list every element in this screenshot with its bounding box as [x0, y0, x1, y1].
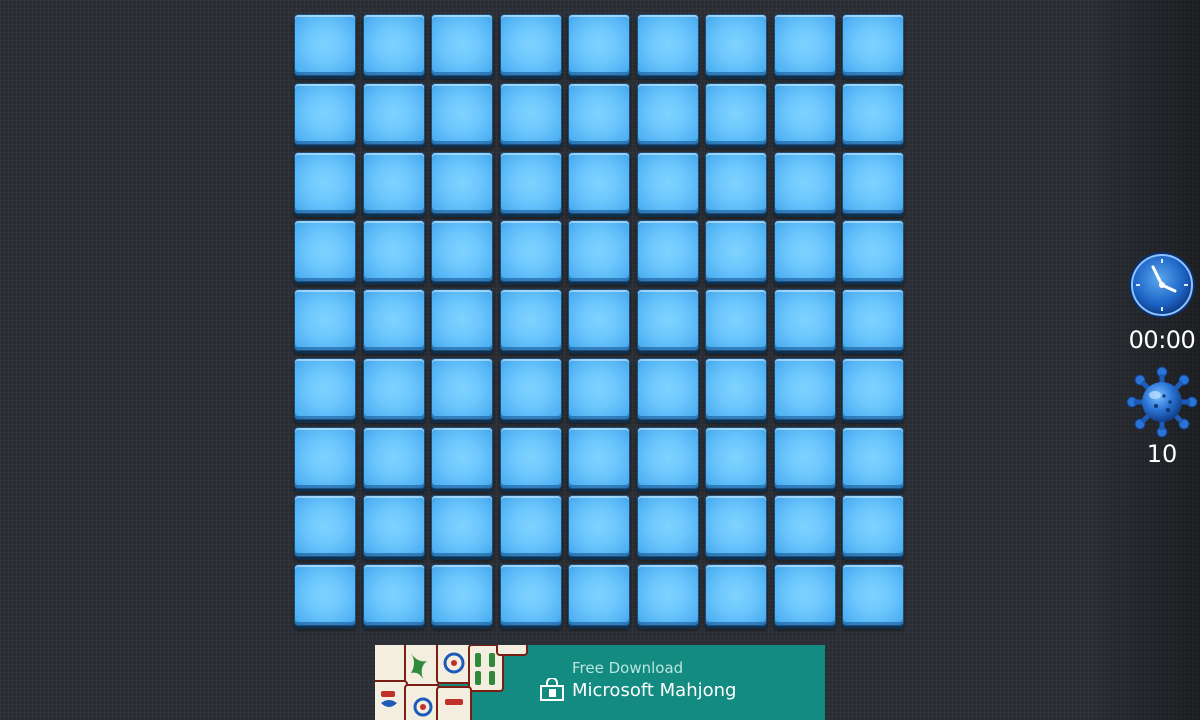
tile-r1-c2[interactable] — [362, 14, 425, 76]
mahjong-tiles-art — [375, 645, 530, 720]
tile-r6-c3[interactable] — [431, 357, 493, 420]
tile-r6-c6[interactable] — [636, 357, 699, 420]
status-panel: 00:00 10 — [1124, 250, 1200, 468]
store-bag-icon — [540, 678, 564, 701]
tile-r2-c6[interactable] — [636, 82, 699, 145]
tile-r9-c2[interactable] — [362, 564, 425, 626]
tile-r3-c5[interactable] — [568, 151, 630, 214]
tile-r3-c3[interactable] — [431, 151, 493, 214]
mine-icon — [1126, 366, 1198, 438]
tile-r7-c8[interactable] — [773, 426, 836, 489]
tile-r9-c7[interactable] — [705, 564, 767, 626]
tile-r3-c4[interactable] — [499, 151, 562, 214]
tile-r1-c6[interactable] — [636, 14, 699, 76]
tile-r4-c8[interactable] — [773, 220, 836, 283]
tile-r2-c1[interactable] — [294, 82, 356, 145]
tile-r7-c4[interactable] — [499, 426, 562, 489]
tile-r2-c7[interactable] — [705, 82, 767, 145]
mine-counter: 10 — [1146, 440, 1178, 468]
tile-r6-c4[interactable] — [499, 357, 562, 420]
tile-r8-c4[interactable] — [499, 495, 562, 558]
tile-r5-c7[interactable] — [705, 289, 767, 351]
tile-r5-c6[interactable] — [636, 289, 699, 351]
tile-r1-c1[interactable] — [294, 14, 356, 76]
tile-r4-c7[interactable] — [705, 220, 767, 283]
tile-r4-c9[interactable] — [842, 220, 904, 283]
tile-r6-c7[interactable] — [705, 357, 767, 420]
ad-title: Microsoft Mahjong — [572, 680, 737, 701]
clock-icon — [1129, 252, 1195, 318]
ad-subtitle: Free Download — [572, 659, 684, 677]
tile-r7-c1[interactable] — [294, 426, 356, 489]
tile-r9-c5[interactable] — [568, 564, 630, 626]
tile-r3-c6[interactable] — [636, 151, 699, 214]
tile-r3-c8[interactable] — [773, 151, 836, 214]
tile-r2-c5[interactable] — [568, 82, 630, 145]
tile-r9-c1[interactable] — [294, 564, 356, 626]
tile-r2-c2[interactable] — [362, 82, 425, 145]
tile-r3-c9[interactable] — [842, 151, 904, 214]
tile-r4-c5[interactable] — [568, 220, 630, 283]
tile-r9-c4[interactable] — [499, 564, 562, 626]
tile-r8-c2[interactable] — [362, 495, 425, 558]
tile-r4-c4[interactable] — [499, 220, 562, 283]
tile-r8-c7[interactable] — [705, 495, 767, 558]
tile-r7-c6[interactable] — [636, 426, 699, 489]
tile-r7-c7[interactable] — [705, 426, 767, 489]
tile-r4-c1[interactable] — [294, 220, 356, 283]
tile-r1-c4[interactable] — [499, 14, 562, 76]
tile-r3-c7[interactable] — [705, 151, 767, 214]
tile-r1-c8[interactable] — [773, 14, 836, 76]
tile-r9-c3[interactable] — [431, 564, 493, 626]
tile-r8-c9[interactable] — [842, 495, 904, 558]
tile-r8-c6[interactable] — [636, 495, 699, 558]
minefield-board — [294, 14, 908, 630]
tile-r2-c3[interactable] — [431, 82, 493, 145]
tile-r9-c6[interactable] — [636, 564, 699, 626]
tile-r9-c8[interactable] — [773, 564, 836, 626]
tile-r1-c9[interactable] — [842, 14, 904, 76]
tile-r8-c5[interactable] — [568, 495, 630, 558]
tile-r6-c8[interactable] — [773, 357, 836, 420]
tile-r2-c4[interactable] — [499, 82, 562, 145]
tile-r5-c1[interactable] — [294, 289, 356, 351]
timer-display: 00:00 — [1128, 326, 1196, 354]
tile-r9-c9[interactable] — [842, 564, 904, 626]
tile-r2-c9[interactable] — [842, 82, 904, 145]
tile-r1-c7[interactable] — [705, 14, 767, 76]
tile-r7-c2[interactable] — [362, 426, 425, 489]
ad-banner[interactable]: Free Download Microsoft Mahjong — [375, 645, 825, 720]
tile-r8-c8[interactable] — [773, 495, 836, 558]
tile-r8-c1[interactable] — [294, 495, 356, 558]
tile-r7-c9[interactable] — [842, 426, 904, 489]
tile-r4-c2[interactable] — [362, 220, 425, 283]
tile-r6-c2[interactable] — [362, 357, 425, 420]
tile-r6-c5[interactable] — [568, 357, 630, 420]
tile-r5-c8[interactable] — [773, 289, 836, 351]
tile-r7-c5[interactable] — [568, 426, 630, 489]
tile-r5-c2[interactable] — [362, 289, 425, 351]
tile-r6-c1[interactable] — [294, 357, 356, 420]
tile-r1-c5[interactable] — [568, 14, 630, 76]
tile-r5-c9[interactable] — [842, 289, 904, 351]
tile-r3-c2[interactable] — [362, 151, 425, 214]
tile-r6-c9[interactable] — [842, 357, 904, 420]
tile-r8-c3[interactable] — [431, 495, 493, 558]
tile-r5-c5[interactable] — [568, 289, 630, 351]
tile-r4-c3[interactable] — [431, 220, 493, 283]
tile-r2-c8[interactable] — [773, 82, 836, 145]
tile-r3-c1[interactable] — [294, 151, 356, 214]
tile-r1-c3[interactable] — [431, 14, 493, 76]
tile-r5-c3[interactable] — [431, 289, 493, 351]
tile-r7-c3[interactable] — [431, 426, 493, 489]
tile-r4-c6[interactable] — [636, 220, 699, 283]
tile-r5-c4[interactable] — [499, 289, 562, 351]
